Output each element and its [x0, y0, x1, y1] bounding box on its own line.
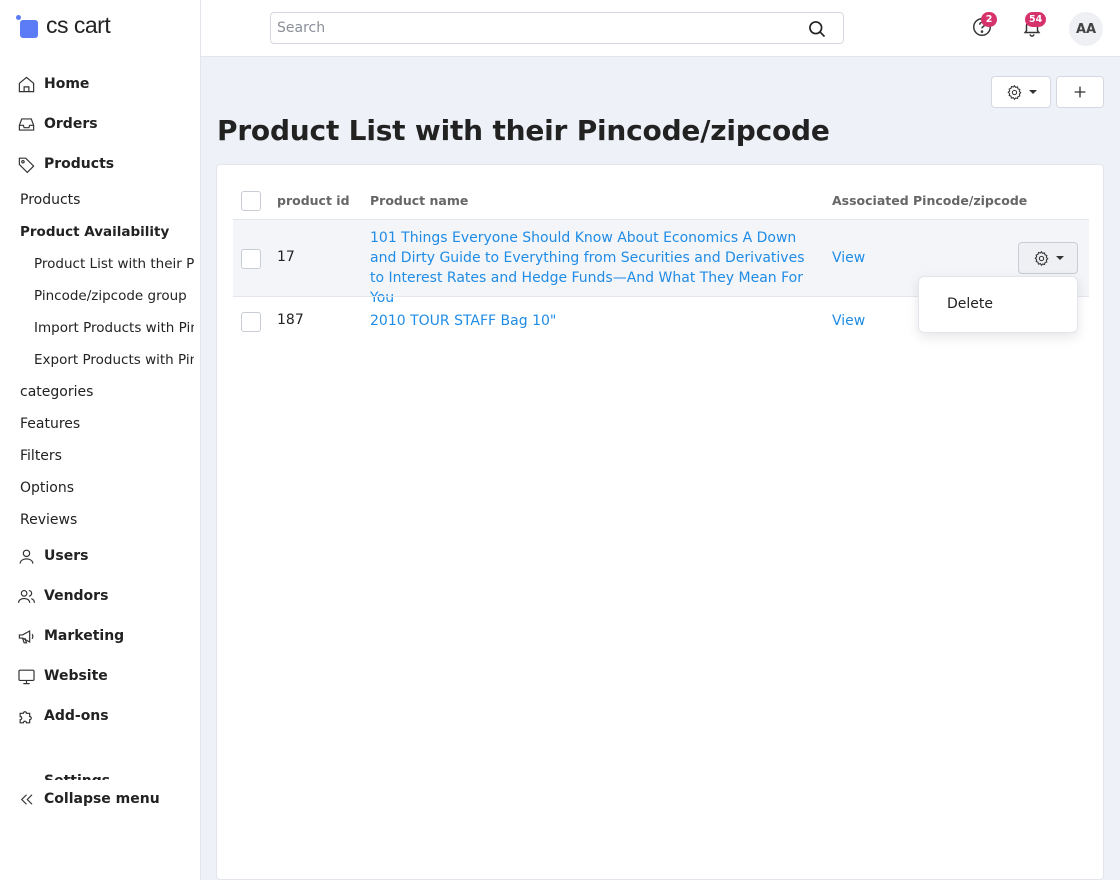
- sidebar-subitem-export-products[interactable]: Export Products with Pincode: [34, 344, 194, 376]
- product-name-link[interactable]: 2010 TOUR STAFF Bag 10": [370, 311, 820, 331]
- puzzle-icon: [16, 706, 36, 726]
- sidebar-item-label: Home: [44, 76, 90, 92]
- chevron-down-icon: [1055, 256, 1064, 260]
- sidebar-subitem-categories[interactable]: categories: [20, 376, 198, 408]
- sidebar-subitem-reviews[interactable]: Reviews: [20, 504, 198, 536]
- sidebar: cs cart Home Orders Products Products Pr…: [0, 0, 201, 880]
- chevron-down-icon: [1028, 90, 1037, 94]
- avatar[interactable]: AA: [1069, 12, 1103, 46]
- column-header-pincode: Associated Pincode/zipcode: [832, 193, 1028, 208]
- row-checkbox[interactable]: [241, 312, 261, 332]
- sidebar-item-label: Users: [44, 548, 89, 564]
- sidebar-item-vendors[interactable]: Vendors: [0, 576, 200, 616]
- sidebar-subitem-product-availability[interactable]: Product Availability by Pincode: [20, 216, 172, 248]
- logo[interactable]: cs cart: [16, 12, 111, 39]
- page-title: Product List with their Pincode/zipcode: [217, 114, 830, 147]
- delete-menu-item[interactable]: Delete: [947, 296, 993, 312]
- sidebar-subitem-pincode-group[interactable]: Pincode/zipcode group: [34, 280, 194, 312]
- users-icon: [16, 586, 36, 606]
- sidebar-subitem-products[interactable]: Products: [20, 184, 198, 216]
- select-all-checkbox[interactable]: [241, 191, 261, 211]
- column-header-product-name[interactable]: Product name: [370, 193, 468, 208]
- product-id: 17: [277, 249, 295, 265]
- notifications-button[interactable]: 54: [1021, 12, 1047, 40]
- sidebar-item-marketing[interactable]: Marketing: [0, 616, 200, 656]
- user-icon: [16, 546, 36, 566]
- logo-text: cs cart: [46, 12, 111, 38]
- view-pincode-link[interactable]: View: [832, 248, 865, 268]
- sidebar-subitem-import-products[interactable]: Import Products with Pincode: [34, 312, 194, 344]
- sidebar-subitem-features[interactable]: Features: [20, 408, 198, 440]
- add-button[interactable]: [1056, 76, 1104, 108]
- megaphone-icon: [16, 626, 36, 646]
- sidebar-item-label: Add-ons: [44, 708, 109, 724]
- sidebar-item-website[interactable]: Website: [0, 656, 200, 696]
- sidebar-item-label: Vendors: [44, 588, 109, 604]
- search-input[interactable]: [271, 13, 791, 43]
- product-id: 187: [277, 312, 304, 328]
- monitor-icon: [16, 666, 36, 686]
- logo-icon: [16, 14, 38, 38]
- help-button[interactable]: 2: [971, 12, 997, 40]
- row-checkbox[interactable]: [241, 249, 261, 269]
- sidebar-item-label: Marketing: [44, 628, 125, 644]
- sidebar-subitem-product-list[interactable]: Product List with their Pincode/zipcode: [34, 248, 194, 280]
- product-table-card: product id Product name Associated Pinco…: [216, 164, 1104, 880]
- sidebar-item-home[interactable]: Home: [0, 64, 200, 104]
- sidebar-subitem-filters[interactable]: Filters: [20, 440, 198, 472]
- collapse-menu-button[interactable]: Collapse menu: [0, 779, 200, 819]
- row-actions-menu: Delete: [918, 276, 1078, 333]
- tag-icon: [16, 154, 36, 174]
- double-chevron-left-icon: [16, 789, 36, 809]
- sidebar-item-label: Orders: [44, 116, 98, 132]
- row-actions-button[interactable]: [1018, 242, 1078, 274]
- help-badge: 2: [981, 12, 997, 27]
- view-pincode-link[interactable]: View: [832, 311, 865, 331]
- inbox-icon: [16, 114, 36, 134]
- sidebar-item-products[interactable]: Products: [0, 144, 200, 184]
- sidebar-subitem-options[interactable]: Options: [20, 472, 198, 504]
- gear-icon: [1033, 250, 1049, 266]
- top-bar: 2 54 AA: [201, 0, 1120, 57]
- search-box: [270, 12, 844, 44]
- sidebar-item-users[interactable]: Users: [0, 536, 200, 576]
- sidebar-item-addons[interactable]: Add-ons: [0, 696, 200, 736]
- sidebar-item-label: Products: [44, 156, 115, 172]
- search-icon[interactable]: [807, 19, 827, 39]
- gear-icon: [1006, 84, 1022, 100]
- collapse-menu-label: Collapse menu: [44, 791, 160, 807]
- sidebar-item-label: Website: [44, 668, 108, 684]
- column-header-product-id[interactable]: product id: [277, 193, 350, 208]
- home-icon: [16, 74, 36, 94]
- plus-icon: [1074, 86, 1086, 98]
- settings-dropdown-button[interactable]: [991, 76, 1051, 108]
- notifications-badge: 54: [1025, 12, 1047, 27]
- sidebar-item-orders[interactable]: Orders: [0, 104, 200, 144]
